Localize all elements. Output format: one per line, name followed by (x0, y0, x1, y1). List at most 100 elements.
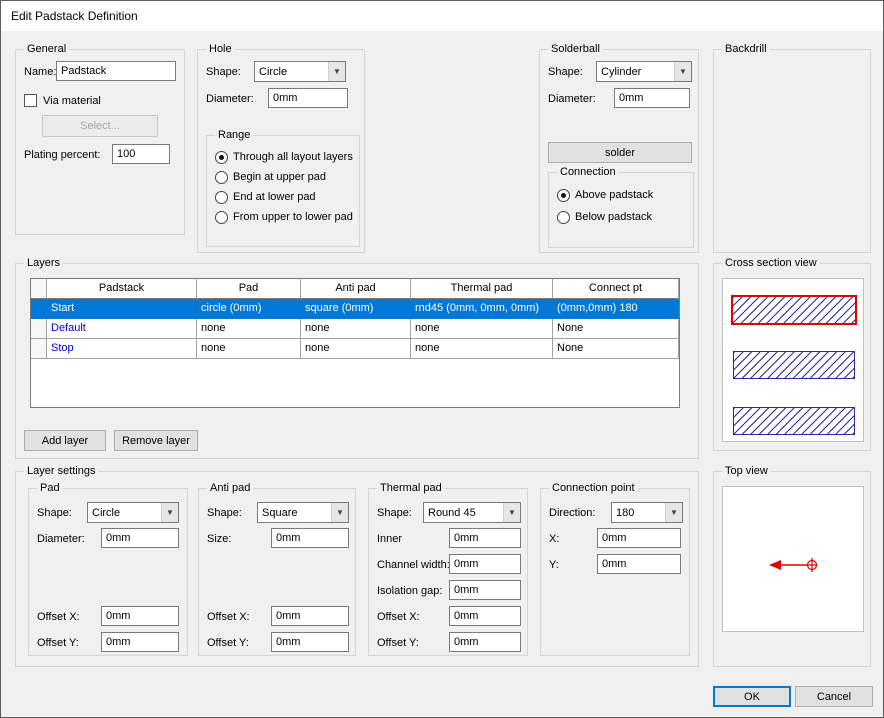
via-material-label: Via material (43, 94, 101, 108)
hole-shape-value: Circle (255, 66, 328, 78)
anti-pad-shape-value: Square (258, 507, 331, 519)
chevron-down-icon: ▼ (331, 503, 348, 522)
radio-icon (557, 189, 570, 202)
cross-section-group: Cross section view (713, 263, 871, 451)
top-view-group: Top view (713, 471, 871, 667)
cross-section-layer-stop[interactable] (733, 407, 855, 435)
radio-through-all-layers[interactable]: Through all layout layers (215, 150, 353, 164)
anti-pad-size-field[interactable] (271, 528, 349, 548)
row-selector[interactable] (31, 299, 47, 319)
pad-shape-select[interactable]: Circle ▼ (87, 502, 179, 523)
backdrill-legend: Backdrill (722, 42, 770, 57)
select-button-label: Select... (80, 120, 120, 132)
pad-offset-y-field[interactable] (101, 632, 179, 652)
solderball-shape-select[interactable]: Cylinder ▼ (596, 61, 692, 82)
anti-pad-offset-x-field[interactable] (271, 606, 349, 626)
radio-upper-to-lower[interactable]: From upper to lower pad (215, 210, 353, 224)
hole-shape-label: Shape: (206, 65, 241, 79)
direction-select[interactable]: 180 ▼ (611, 502, 683, 523)
solderball-diameter-label: Diameter: (548, 92, 596, 106)
thermal-inner-field[interactable] (449, 528, 521, 548)
row-selector[interactable] (31, 319, 47, 339)
anti-pad-legend: Anti pad (207, 481, 253, 496)
top-view-canvas[interactable] (722, 486, 864, 632)
radio-icon (557, 211, 570, 224)
add-layer-label: Add layer (42, 435, 88, 447)
radio-icon (215, 191, 228, 204)
anti-pad-size-label: Size: (207, 532, 231, 546)
solderball-shape-value: Cylinder (597, 66, 674, 78)
solderball-group: Solderball Shape: Cylinder ▼ Diameter: s… (539, 49, 699, 253)
anti-pad-shape-label: Shape: (207, 506, 242, 520)
radio-above-padstack[interactable]: Above padstack (557, 188, 653, 202)
cell-pad: circle (0mm) (197, 299, 301, 319)
pad-offset-x-field[interactable] (101, 606, 179, 626)
window-title: Edit Padstack Definition (11, 9, 138, 23)
anti-pad-offset-y-field[interactable] (271, 632, 349, 652)
cross-section-legend: Cross section view (722, 256, 820, 271)
anti-pad-shape-select[interactable]: Square ▼ (257, 502, 349, 523)
cell-pad: none (197, 319, 301, 339)
thermal-isolation-field[interactable] (449, 580, 521, 600)
layers-table[interactable]: Padstack Pad Anti pad Thermal pad Connec… (30, 278, 680, 408)
ok-button[interactable]: OK (713, 686, 791, 707)
thermal-pad-group: Thermal pad Shape: Round 45 ▼ Inner Chan… (368, 488, 528, 656)
thermal-shape-select[interactable]: Round 45 ▼ (423, 502, 521, 523)
thermal-shape-label: Shape: (377, 506, 412, 520)
cell-pad: none (197, 339, 301, 359)
remove-layer-label: Remove layer (122, 435, 190, 447)
solderball-diameter-field[interactable] (614, 88, 690, 108)
radio-label: Below padstack (575, 211, 652, 223)
table-row-start[interactable]: Start circle (0mm) square (0mm) rnd45 (0… (31, 299, 679, 319)
radio-icon (215, 211, 228, 224)
add-layer-button[interactable]: Add layer (24, 430, 106, 451)
cross-section-layer-default[interactable] (733, 351, 855, 379)
cell-padstack: Start (47, 299, 197, 319)
direction-value: 180 (612, 507, 665, 519)
cancel-button[interactable]: Cancel (795, 686, 873, 707)
thermal-offset-x-field[interactable] (449, 606, 521, 626)
thermal-channel-label: Channel width: (377, 558, 450, 572)
title-bar[interactable]: Edit Padstack Definition (1, 1, 883, 31)
cp-x-field[interactable] (597, 528, 681, 548)
hole-group: Hole Shape: Circle ▼ Diameter: Range Thr… (197, 49, 365, 253)
hole-legend: Hole (206, 42, 235, 57)
col-padstack: Padstack (47, 279, 197, 299)
radio-end-lower-pad[interactable]: End at lower pad (215, 190, 316, 204)
edit-padstack-dialog: Edit Padstack Definition General Name: V… (0, 0, 884, 718)
pad-legend: Pad (37, 481, 63, 496)
hole-shape-select[interactable]: Circle ▼ (254, 61, 346, 82)
hole-diameter-field[interactable] (268, 88, 348, 108)
cancel-button-label: Cancel (817, 691, 851, 703)
ok-button-label: OK (744, 691, 760, 703)
select-button[interactable]: Select... (42, 115, 158, 137)
thermal-offset-y-field[interactable] (449, 632, 521, 652)
radio-begin-upper-pad[interactable]: Begin at upper pad (215, 170, 326, 184)
remove-layer-button[interactable]: Remove layer (114, 430, 198, 451)
radio-icon (215, 171, 228, 184)
radio-below-padstack[interactable]: Below padstack (557, 210, 652, 224)
plating-percent-field[interactable] (112, 144, 170, 164)
table-row-stop[interactable]: Stop none none none None (31, 339, 679, 359)
chevron-down-icon: ▼ (665, 503, 682, 522)
cell-anti-pad: none (301, 319, 411, 339)
cell-padstack: Stop (47, 339, 197, 359)
cell-connect-pt: None (553, 339, 679, 359)
row-selector[interactable] (31, 339, 47, 359)
layer-settings-legend: Layer settings (24, 464, 98, 479)
cross-section-layer-start[interactable] (731, 295, 857, 325)
pad-diameter-field[interactable] (101, 528, 179, 548)
thermal-channel-field[interactable] (449, 554, 521, 574)
row-selector-header (31, 279, 47, 299)
connection-point-group: Connection point Direction: 180 ▼ X: Y: (540, 488, 690, 656)
cell-connect-pt: None (553, 319, 679, 339)
cp-y-field[interactable] (597, 554, 681, 574)
cross-section-canvas[interactable] (722, 278, 864, 442)
thermal-inner-label: Inner (377, 532, 402, 546)
solder-button[interactable]: solder (548, 142, 692, 163)
via-material-checkbox[interactable] (24, 94, 37, 107)
chevron-down-icon: ▼ (328, 62, 345, 81)
name-field[interactable] (56, 61, 176, 81)
layer-settings-group: Layer settings Pad Shape: Circle ▼ Diame… (15, 471, 699, 667)
table-row-default[interactable]: Default none none none None (31, 319, 679, 339)
